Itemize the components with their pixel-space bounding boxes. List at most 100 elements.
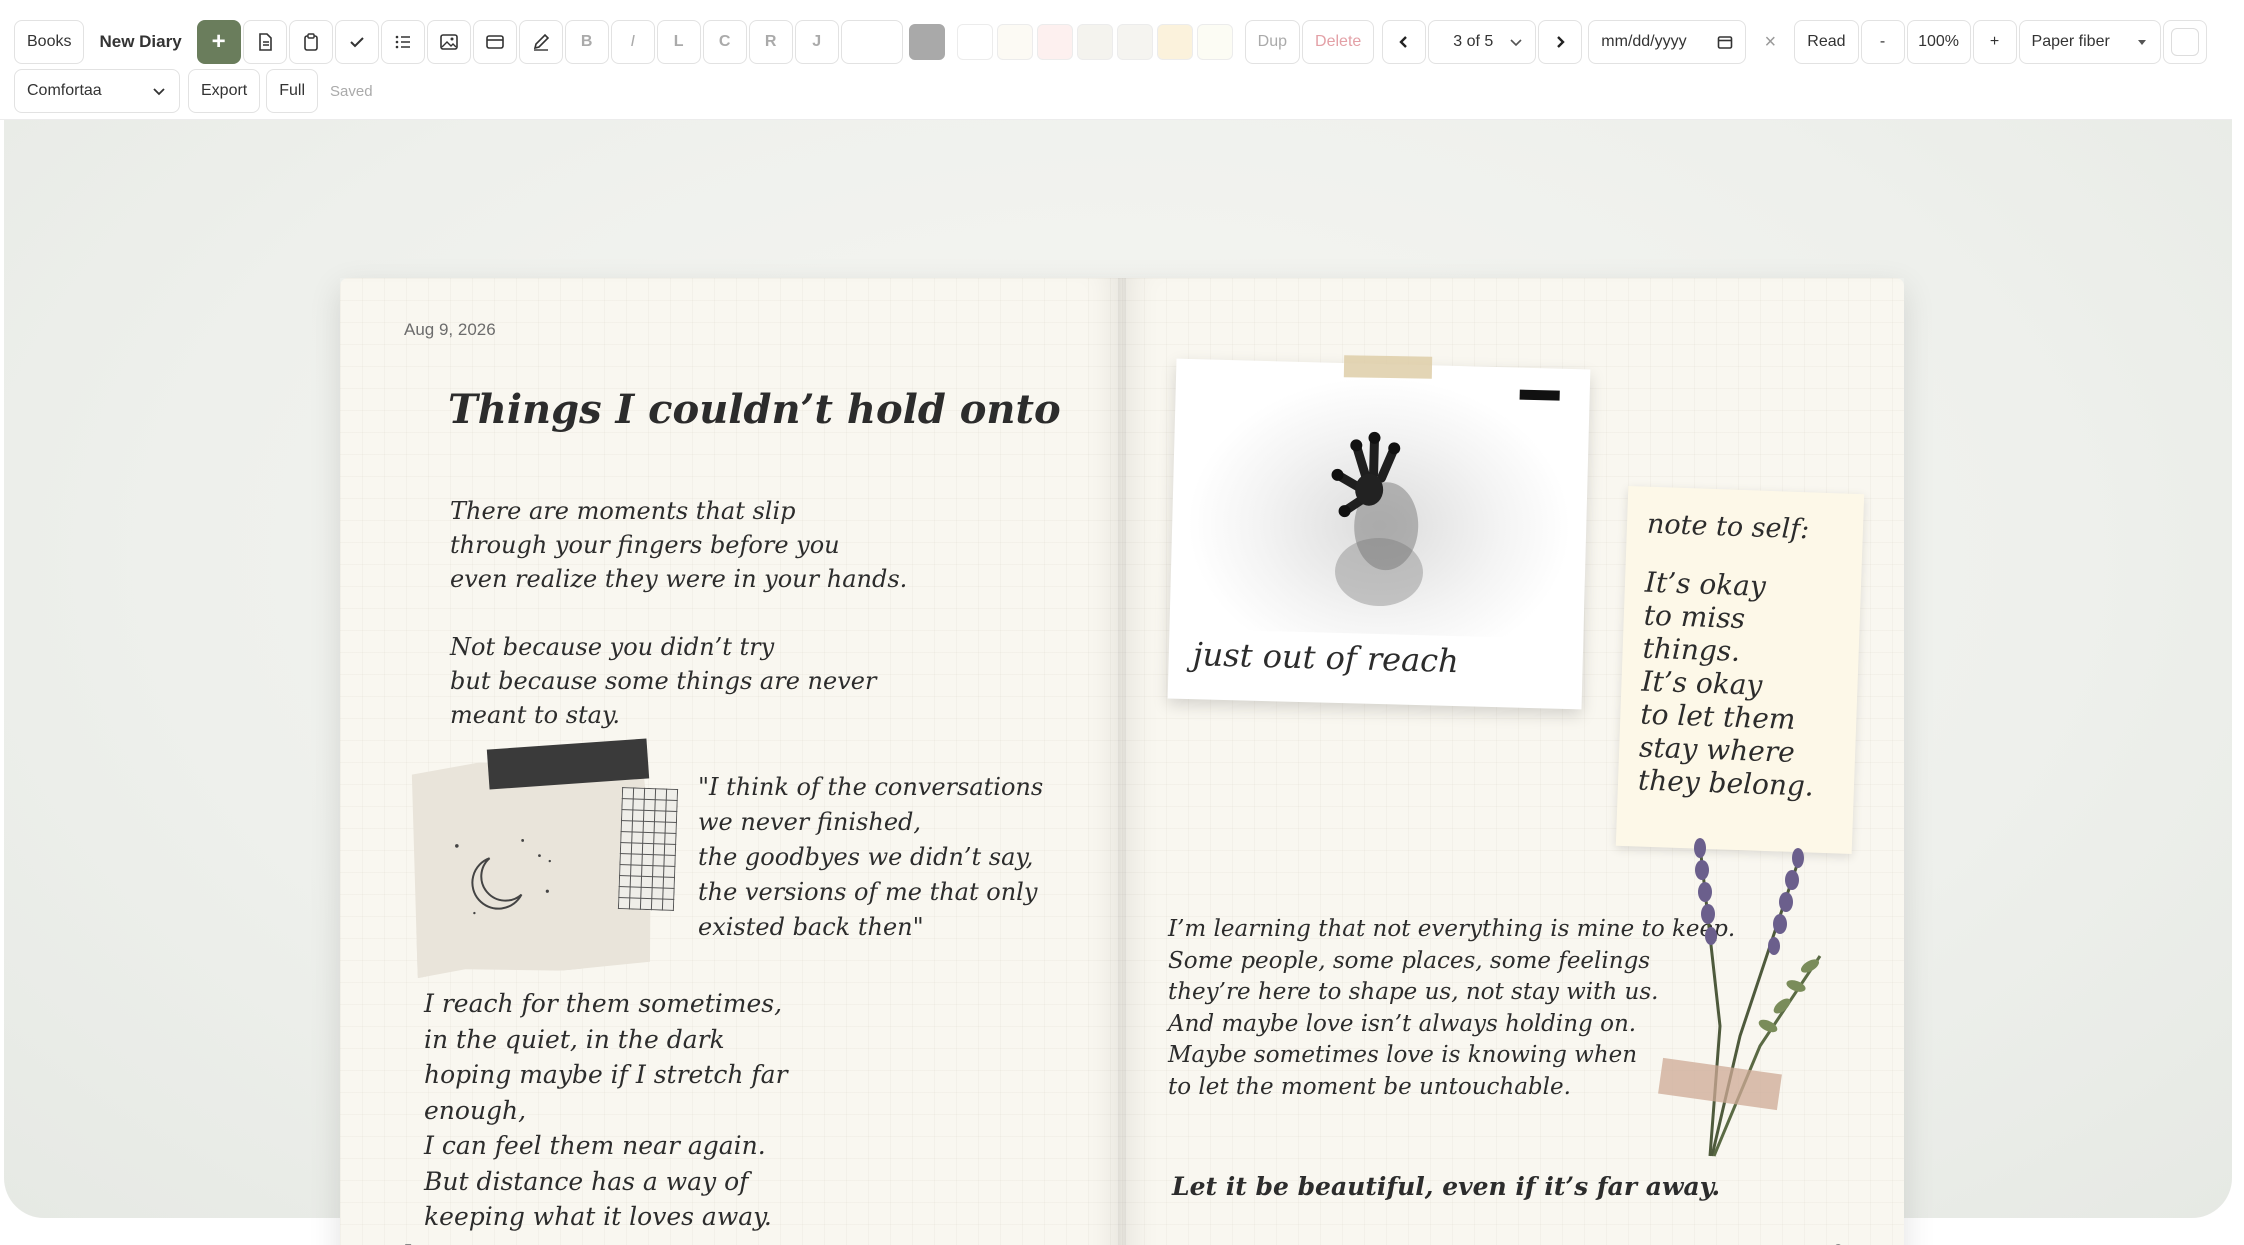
stanza-3[interactable]: I reach for them sometimes, in the quiet…: [424, 986, 788, 1235]
quote-block[interactable]: "I think of the conversations we never f…: [698, 770, 1043, 945]
pen-icon: [533, 33, 549, 51]
stanza-line: I reach for them sometimes,: [424, 989, 783, 1018]
chevron-left-icon: [1399, 36, 1408, 48]
quote-line: existed back then": [698, 913, 924, 941]
photo-watermark: [1519, 389, 1560, 401]
page-color-swatch-6[interactable]: [1156, 24, 1193, 60]
align-right-button[interactable]: R: [748, 20, 793, 64]
font-size-input[interactable]: [840, 20, 903, 64]
chevron-down-icon: [1510, 39, 1522, 47]
page-color-swatch-4[interactable]: [1076, 24, 1113, 60]
stanza-line: keeping what it loves away.: [424, 1202, 772, 1231]
clipboard-button[interactable]: [288, 20, 333, 64]
entry-date: Aug 9, 2026: [404, 320, 496, 339]
polaroid-photo[interactable]: just out of reach: [1167, 358, 1591, 710]
sticky-note[interactable]: note to self: It’s okay to miss things. …: [1615, 485, 1865, 855]
chevron-down-icon: [153, 88, 165, 96]
stanza-line: through your fingers before you: [450, 531, 840, 559]
fullscreen-button[interactable]: Full: [266, 69, 319, 113]
draw-button[interactable]: [518, 20, 563, 64]
page-color-picker[interactable]: [2162, 20, 2207, 64]
stanza-line: meant to stay.: [450, 701, 620, 729]
font-family-select[interactable]: Comfortaa: [14, 69, 180, 113]
duplicate-page-button[interactable]: Dup: [1244, 20, 1301, 64]
align-justify-button[interactable]: J: [794, 20, 839, 64]
date-input[interactable]: mm/dd/yyyy: [1588, 20, 1747, 64]
paper-texture-select[interactable]: Paper fiber: [2018, 20, 2161, 64]
quote-line: the versions of me that only: [698, 878, 1038, 906]
calendar-icon: [1717, 36, 1733, 49]
add-page-button[interactable]: +: [196, 20, 241, 64]
zoom-out-button[interactable]: -: [1860, 20, 1905, 64]
photo-image: [1183, 371, 1577, 640]
delete-page-button[interactable]: Delete: [1302, 20, 1375, 64]
italic-button[interactable]: I: [610, 20, 655, 64]
previous-page-button[interactable]: [1382, 20, 1427, 64]
quote-line: the goodbyes we didn’t say,: [698, 843, 1034, 871]
stanza-line: enough,: [424, 1095, 527, 1125]
save-status: Saved: [330, 82, 373, 100]
page-number-left: 5: [404, 1241, 412, 1245]
lavender-sticker[interactable]: [1650, 826, 1850, 1166]
quote-line: we never finished,: [698, 808, 922, 836]
text-color-swatch[interactable]: [908, 24, 945, 60]
document-icon: [258, 33, 272, 51]
page-number-right: 6: [1834, 1241, 1842, 1245]
page-color-swatch-1[interactable]: [956, 24, 993, 60]
clear-date-button[interactable]: ×: [1748, 20, 1793, 64]
checklist-button[interactable]: [334, 20, 379, 64]
image-icon: [439, 34, 458, 50]
caret-down-icon: [2137, 40, 2146, 45]
toolbar-row-secondary: Comfortaa Export Full Saved: [14, 69, 373, 113]
stanza-line: There are moments that slip: [450, 497, 796, 525]
entry-title[interactable]: Things I couldn’t hold onto: [448, 386, 1061, 433]
date-placeholder: mm/dd/yyyy: [1601, 33, 1687, 50]
toolbar: Books New Diary + B I L C R J Dup Delete…: [0, 0, 2232, 120]
page-color-swatch-3[interactable]: [1036, 24, 1073, 60]
list-icon: [395, 35, 410, 49]
next-page-button[interactable]: [1538, 20, 1583, 64]
stanza-line: I can feel them near again.: [424, 1131, 766, 1160]
stanza-line: Not because you didn’t try: [450, 633, 775, 661]
grid-paper-scrap: [617, 787, 679, 911]
reaching-hand-image: [1331, 431, 1423, 607]
read-mode-button[interactable]: Read: [1794, 20, 1859, 64]
stanza-line: but because some things are never: [450, 667, 877, 695]
quote-line: "I think of the conversations: [698, 773, 1044, 801]
closing-line[interactable]: Let it be beautiful, even if it’s far aw…: [1172, 1172, 1720, 1201]
insert-image-button[interactable]: [426, 20, 471, 64]
diary-spread: Aug 9, 2026 Things I couldn’t hold onto …: [340, 278, 1904, 1245]
bold-button[interactable]: B: [564, 20, 609, 64]
page-color-swatch-5[interactable]: [1116, 24, 1153, 60]
color-preview: [2170, 28, 2199, 56]
right-page[interactable]: just out of reach note to self: It’s oka…: [1122, 278, 1904, 1245]
books-button[interactable]: Books: [14, 20, 85, 64]
new-document-button[interactable]: [242, 20, 287, 64]
chevron-right-icon: [1557, 36, 1565, 48]
page-color-swatch-2[interactable]: [996, 24, 1033, 60]
export-button[interactable]: Export: [188, 69, 261, 113]
insert-card-button[interactable]: [472, 20, 517, 64]
page-color-swatch-7[interactable]: [1196, 24, 1233, 60]
polaroid-caption[interactable]: just out of reach: [1192, 635, 1459, 680]
align-center-button[interactable]: C: [702, 20, 747, 64]
align-left-button[interactable]: L: [656, 20, 701, 64]
check-icon: [349, 37, 364, 48]
bullet-list-button[interactable]: [380, 20, 425, 64]
diary-title[interactable]: New Diary: [86, 20, 195, 64]
page-selector[interactable]: 3 of 5: [1428, 20, 1537, 64]
left-page[interactable]: Aug 9, 2026 Things I couldn’t hold onto …: [340, 278, 1122, 1245]
paper-texture-value: Paper fiber: [2031, 33, 2110, 50]
washi-tape-tan: [1343, 355, 1433, 379]
book-spine: [1118, 278, 1126, 1245]
zoom-level: 100%: [1906, 20, 1971, 64]
stanza-2[interactable]: Not because you didn’t try but because s…: [450, 630, 876, 732]
toolbar-row-main: Books New Diary + B I L C R J Dup Delete…: [14, 20, 2209, 64]
stanza-line: in the quiet, in the dark: [424, 1024, 725, 1054]
stanza-1[interactable]: There are moments that slip through your…: [450, 494, 907, 596]
font-family-value: Comfortaa: [27, 82, 102, 99]
stanza-line: But distance has a way of: [424, 1166, 749, 1196]
zoom-in-button[interactable]: +: [1972, 20, 2017, 64]
note-line: they belong.: [1637, 763, 1815, 803]
note-heading: note to self:: [1646, 508, 1810, 546]
